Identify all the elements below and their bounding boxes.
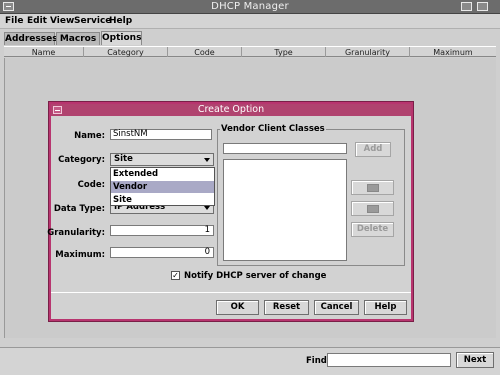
menu-edit[interactable]: Edit bbox=[27, 16, 47, 26]
category-option-site[interactable]: Site bbox=[111, 194, 214, 206]
name-input[interactable]: SinstNM bbox=[110, 129, 212, 140]
granularity-label: Granularity: bbox=[47, 228, 105, 238]
notify-checkbox[interactable]: ✓ bbox=[171, 271, 180, 280]
window-title-bar[interactable]: DHCP Manager bbox=[0, 0, 500, 14]
category-selected-value: Site bbox=[114, 154, 133, 164]
data-type-label: Data Type: bbox=[53, 204, 105, 214]
tab-addresses[interactable]: Addresses bbox=[4, 32, 58, 45]
delete-button[interactable]: Delete bbox=[351, 222, 394, 237]
window-title: DHCP Manager bbox=[211, 1, 289, 12]
code-label: Code: bbox=[77, 180, 105, 190]
maximize-icon[interactable] bbox=[477, 2, 488, 11]
column-code[interactable]: Code bbox=[168, 47, 242, 57]
menu-bar: File Edit View Service Help bbox=[0, 14, 500, 29]
next-button[interactable]: Next bbox=[456, 352, 494, 368]
minimize-icon[interactable] bbox=[461, 2, 472, 11]
menu-view[interactable]: View bbox=[50, 16, 74, 26]
chevron-down-icon bbox=[204, 158, 210, 162]
name-label: Name: bbox=[74, 131, 105, 141]
column-type[interactable]: Type bbox=[242, 47, 326, 57]
menu-help[interactable]: Help bbox=[109, 16, 132, 26]
find-bar: Find: Next bbox=[0, 347, 500, 375]
envelope-icon bbox=[366, 184, 379, 192]
column-maximum[interactable]: Maximum bbox=[410, 47, 496, 57]
dialog-menu-icon[interactable] bbox=[53, 106, 62, 114]
vendor-group-title: Vendor Client Classes bbox=[220, 124, 326, 134]
create-option-dialog: Create Option Name: SinstNM Category: Si… bbox=[47, 102, 413, 321]
column-category[interactable]: Category bbox=[84, 47, 168, 57]
reset-button[interactable]: Reset bbox=[264, 300, 309, 315]
vendor-class-list[interactable] bbox=[223, 159, 347, 261]
menu-file[interactable]: File bbox=[5, 16, 23, 26]
vendor-class-input[interactable] bbox=[223, 143, 347, 154]
maximum-label: Maximum: bbox=[55, 250, 105, 260]
tab-options[interactable]: Options bbox=[101, 31, 142, 45]
move-down-button[interactable] bbox=[351, 201, 394, 216]
move-up-button[interactable] bbox=[351, 180, 394, 195]
column-name[interactable]: Name bbox=[4, 47, 84, 57]
chevron-down-icon bbox=[204, 206, 210, 210]
column-granularity[interactable]: Granularity bbox=[326, 47, 410, 57]
options-table-header: Name Category Code Type Granularity Maxi… bbox=[4, 46, 496, 57]
granularity-input[interactable]: 1 bbox=[110, 225, 214, 236]
category-dropdown-list: Extended Vendor Site bbox=[110, 167, 215, 206]
cancel-button[interactable]: Cancel bbox=[314, 300, 359, 315]
tab-macros[interactable]: Macros bbox=[56, 32, 100, 45]
help-button[interactable]: Help bbox=[364, 300, 407, 315]
find-input[interactable] bbox=[327, 353, 451, 367]
category-option-extended[interactable]: Extended bbox=[111, 168, 214, 180]
menu-service[interactable]: Service bbox=[74, 16, 111, 26]
dialog-title[interactable]: Create Option bbox=[51, 104, 411, 116]
dialog-separator bbox=[51, 292, 411, 293]
category-option-vendor[interactable]: Vendor bbox=[111, 181, 214, 193]
notify-label: Notify DHCP server of change bbox=[184, 271, 327, 281]
maximum-input[interactable]: 0 bbox=[110, 247, 214, 258]
category-label: Category: bbox=[58, 155, 105, 165]
ok-button[interactable]: OK bbox=[216, 300, 259, 315]
envelope-icon bbox=[366, 205, 379, 213]
vendor-client-classes-group: Vendor Client Classes Add Delete bbox=[217, 124, 405, 266]
category-select[interactable]: Site bbox=[110, 153, 214, 166]
add-button[interactable]: Add bbox=[355, 142, 391, 157]
